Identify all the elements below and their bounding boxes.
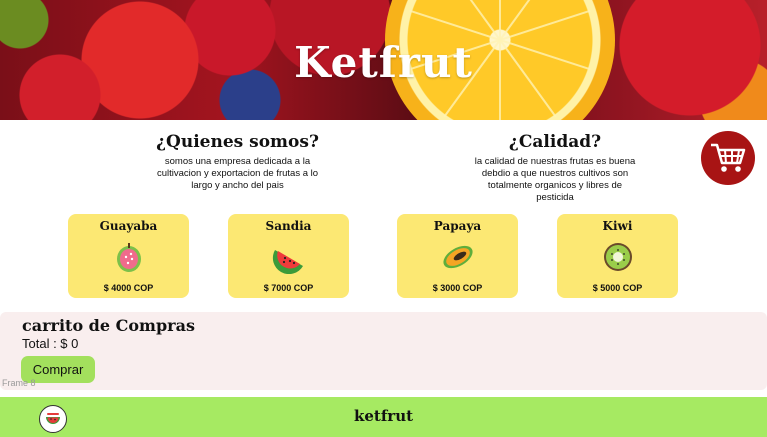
cart-total: Total : $ 0 bbox=[22, 336, 79, 351]
product-price: $ 5000 COP bbox=[592, 283, 643, 293]
kiwi-icon bbox=[604, 243, 632, 271]
about-section: ¿Quienes somos? somos una empresa dedica… bbox=[155, 132, 320, 192]
about-text: somos una empresa dedicada a la cultivac… bbox=[156, 156, 319, 191]
quality-text: la calidad de nuestras frutas es buena d… bbox=[474, 156, 636, 203]
hero-title: Ketfrut bbox=[294, 38, 473, 87]
cart-title: carrito de Compras bbox=[22, 316, 195, 335]
hero-banner: Ketfrut bbox=[0, 0, 767, 120]
product-card-guayaba[interactable]: Guayaba $ 4000 COP bbox=[68, 214, 189, 298]
product-card-papaya[interactable]: Papaya $ 3000 COP bbox=[397, 214, 518, 298]
shopping-cart-icon bbox=[711, 143, 746, 172]
product-name: Papaya bbox=[433, 219, 482, 233]
papaya-icon bbox=[443, 245, 473, 269]
product-price: $ 3000 COP bbox=[432, 283, 483, 293]
footer-brand: ketfrut bbox=[353, 407, 414, 425]
quality-section: ¿Calidad? la calidad de nuestras frutas … bbox=[470, 132, 640, 204]
product-name: Kiwi bbox=[602, 219, 633, 233]
footer: ketfrut bbox=[0, 397, 767, 437]
about-heading: ¿Quienes somos? bbox=[156, 132, 319, 152]
product-name: Guayaba bbox=[99, 219, 158, 233]
product-price: $ 4000 COP bbox=[103, 283, 154, 293]
product-card-sandia[interactable]: Sandia $ 7000 COP bbox=[228, 214, 349, 298]
quality-heading: ¿Calidad? bbox=[508, 132, 602, 152]
watermelon-icon bbox=[272, 250, 303, 274]
product-card-kiwi[interactable]: Kiwi $ 5000 COP bbox=[557, 214, 678, 298]
product-name: Sandia bbox=[265, 219, 312, 233]
cart-button[interactable] bbox=[701, 131, 755, 185]
guava-icon bbox=[117, 243, 141, 272]
frame-label: Frame 8 bbox=[2, 378, 36, 388]
product-price: $ 7000 COP bbox=[263, 283, 314, 293]
